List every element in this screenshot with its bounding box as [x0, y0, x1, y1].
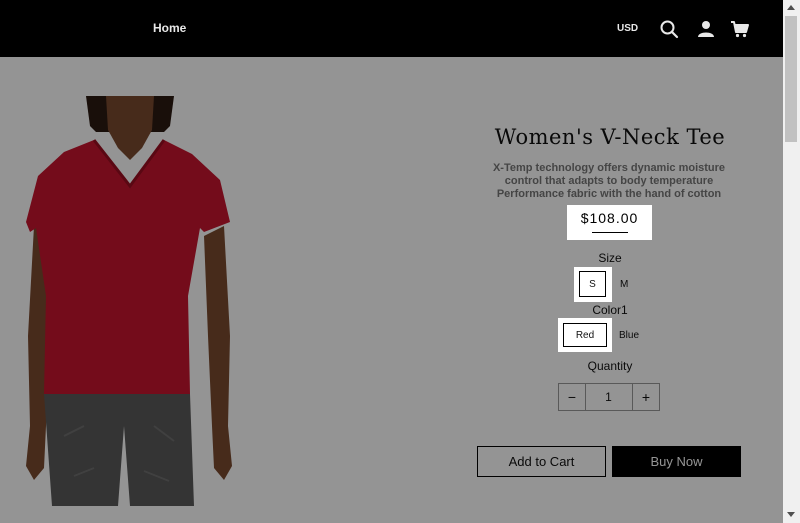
quantity-increase-button[interactable]: +: [632, 384, 659, 410]
description-line: control that adapts to body temperature: [504, 175, 714, 187]
search-icon[interactable]: [659, 19, 679, 39]
site-header: Home USD: [0, 0, 783, 57]
product-price: $108.00: [580, 210, 639, 226]
user-icon[interactable]: [696, 19, 716, 39]
quantity-decrease-button[interactable]: −: [559, 384, 586, 410]
product-image: [24, 96, 234, 506]
quantity-label: Quantity: [587, 359, 633, 373]
color-option-red[interactable]: Red: [563, 323, 607, 347]
currency-selector[interactable]: USD: [617, 23, 638, 34]
price-box: $108.00: [567, 205, 652, 240]
size-option-s[interactable]: S: [579, 271, 606, 297]
buy-now-button[interactable]: Buy Now: [612, 446, 741, 477]
product-description: X-Temp technology offers dynamic moistur…: [474, 162, 744, 201]
nav-home-link[interactable]: Home: [153, 21, 186, 35]
quantity-stepper: − 1 +: [558, 383, 660, 411]
color-option-red-highlight: Red: [558, 318, 612, 352]
description-line: Performance fabric with the hand of cott…: [496, 188, 722, 200]
page-scrollbar[interactable]: [783, 0, 800, 523]
size-option-m[interactable]: M: [620, 279, 628, 290]
quantity-value[interactable]: 1: [585, 384, 632, 410]
add-to-cart-button[interactable]: Add to Cart: [477, 446, 606, 477]
description-line: X-Temp technology offers dynamic moistur…: [492, 162, 726, 174]
product-page: Home USD Women's V-Neck Tee X-Temp techn…: [0, 0, 783, 523]
size-label: Size: [598, 251, 622, 265]
color-option-blue[interactable]: Blue: [619, 330, 639, 341]
color-label: Color1: [592, 303, 628, 317]
scroll-up-arrow-icon[interactable]: [787, 5, 795, 10]
size-option-s-highlight: S: [574, 267, 612, 302]
product-title: Women's V-Neck Tee: [494, 125, 726, 149]
price-underline: [592, 232, 628, 233]
scrollbar-thumb[interactable]: [785, 16, 797, 142]
scroll-down-arrow-icon[interactable]: [787, 512, 795, 517]
cart-icon[interactable]: [730, 19, 750, 39]
